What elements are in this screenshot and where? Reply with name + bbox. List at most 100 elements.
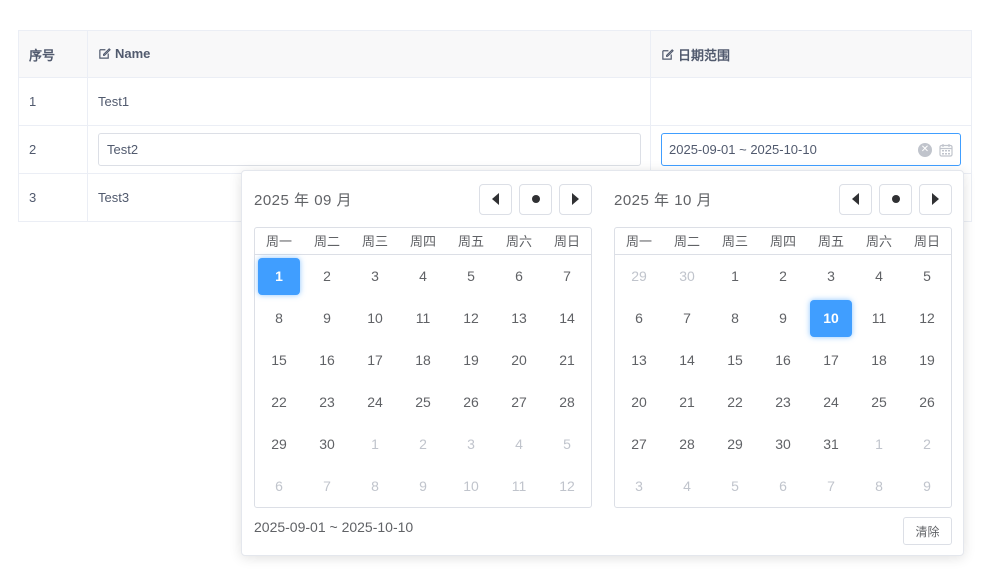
cell-name[interactable]: Test1 xyxy=(87,77,651,126)
day-cell[interactable]: 1 xyxy=(351,423,399,465)
day-cell[interactable]: 29 xyxy=(615,255,663,297)
weekday-label: 周五 xyxy=(457,234,484,249)
day-cell[interactable]: 10 xyxy=(351,297,399,339)
today-button[interactable] xyxy=(519,183,552,215)
day-cell[interactable]: 2 xyxy=(903,423,951,465)
day-cell[interactable]: 26 xyxy=(903,381,951,423)
day-cell[interactable]: 6 xyxy=(255,465,303,507)
day-cell[interactable]: 14 xyxy=(663,339,711,381)
day-cell[interactable]: 7 xyxy=(303,465,351,507)
day-cell[interactable]: 2 xyxy=(759,255,807,297)
day-cell[interactable]: 6 xyxy=(615,297,663,339)
day-cell[interactable]: 29 xyxy=(255,423,303,465)
day-cell[interactable]: 3 xyxy=(447,423,495,465)
day-cell[interactable]: 3 xyxy=(807,255,855,297)
day-cell-selected[interactable]: 10 xyxy=(807,297,855,339)
day-cell[interactable]: 8 xyxy=(351,465,399,507)
day-cell[interactable]: 9 xyxy=(759,297,807,339)
day-cell[interactable]: 24 xyxy=(807,381,855,423)
day-cell[interactable]: 21 xyxy=(543,339,591,381)
day-cell[interactable]: 19 xyxy=(447,339,495,381)
day-cell[interactable]: 30 xyxy=(663,255,711,297)
day-cell[interactable]: 12 xyxy=(543,465,591,507)
day-cell[interactable]: 13 xyxy=(615,339,663,381)
prev-month-button[interactable] xyxy=(839,183,872,215)
day-cell[interactable]: 9 xyxy=(399,465,447,507)
next-month-button[interactable] xyxy=(919,183,952,215)
day-cell[interactable]: 8 xyxy=(711,297,759,339)
day-cell[interactable]: 22 xyxy=(711,381,759,423)
day-cell[interactable]: 10 xyxy=(447,465,495,507)
day-cell[interactable]: 30 xyxy=(759,423,807,465)
day-cell[interactable]: 24 xyxy=(351,381,399,423)
day-cell[interactable]: 27 xyxy=(615,423,663,465)
day-cell[interactable]: 7 xyxy=(663,297,711,339)
day-cell[interactable]: 18 xyxy=(855,339,903,381)
day-cell[interactable]: 6 xyxy=(495,255,543,297)
day-cell[interactable]: 6 xyxy=(759,465,807,507)
day-cell[interactable]: 19 xyxy=(903,339,951,381)
day-cell[interactable]: 15 xyxy=(711,339,759,381)
day-cell[interactable]: 13 xyxy=(495,297,543,339)
prev-month-button[interactable] xyxy=(479,183,512,215)
header-date[interactable]: 日期范围 xyxy=(650,30,972,78)
day-cell[interactable]: 20 xyxy=(615,381,663,423)
day-cell[interactable]: 29 xyxy=(711,423,759,465)
day-cell[interactable]: 23 xyxy=(759,381,807,423)
day-cell[interactable]: 14 xyxy=(543,297,591,339)
today-button[interactable] xyxy=(879,183,912,215)
day-cell[interactable]: 15 xyxy=(255,339,303,381)
day-cell[interactable]: 17 xyxy=(807,339,855,381)
day-cell[interactable]: 16 xyxy=(303,339,351,381)
day-cell[interactable]: 2 xyxy=(303,255,351,297)
calendar-icon[interactable] xyxy=(939,143,953,157)
day-cell[interactable]: 11 xyxy=(399,297,447,339)
day-cell[interactable]: 4 xyxy=(855,255,903,297)
name-input[interactable] xyxy=(98,133,641,166)
next-month-button[interactable] xyxy=(559,183,592,215)
day-cell[interactable]: 16 xyxy=(759,339,807,381)
day-cell[interactable]: 26 xyxy=(447,381,495,423)
day-cell[interactable]: 3 xyxy=(351,255,399,297)
day-cell[interactable]: 30 xyxy=(303,423,351,465)
day-cell[interactable]: 9 xyxy=(303,297,351,339)
day-cell[interactable]: 25 xyxy=(399,381,447,423)
day-cell[interactable]: 4 xyxy=(399,255,447,297)
day-cell[interactable]: 11 xyxy=(495,465,543,507)
day-cell[interactable]: 22 xyxy=(255,381,303,423)
day-cell[interactable]: 25 xyxy=(855,381,903,423)
day-cell[interactable]: 8 xyxy=(255,297,303,339)
day-cell[interactable]: 5 xyxy=(447,255,495,297)
day-cell[interactable]: 31 xyxy=(807,423,855,465)
day-cell[interactable]: 8 xyxy=(855,465,903,507)
day-cell[interactable]: 5 xyxy=(903,255,951,297)
day-cell[interactable]: 4 xyxy=(495,423,543,465)
day-cell[interactable]: 5 xyxy=(543,423,591,465)
day-cell[interactable]: 7 xyxy=(543,255,591,297)
clear-button[interactable]: 清除 xyxy=(903,517,952,545)
day-cell[interactable]: 18 xyxy=(399,339,447,381)
day-cell[interactable]: 9 xyxy=(903,465,951,507)
day-cell[interactable]: 3 xyxy=(615,465,663,507)
date-range-input[interactable]: 2025-09-01 ~ 2025-10-10 ✕ xyxy=(661,133,961,166)
day-cell[interactable]: 4 xyxy=(663,465,711,507)
day-cell[interactable]: 1 xyxy=(855,423,903,465)
day-cell[interactable]: 2 xyxy=(399,423,447,465)
day-cell[interactable]: 28 xyxy=(663,423,711,465)
day-cell[interactable]: 12 xyxy=(447,297,495,339)
day-cell[interactable]: 7 xyxy=(807,465,855,507)
day-cell[interactable]: 17 xyxy=(351,339,399,381)
day-cell[interactable]: 27 xyxy=(495,381,543,423)
day-cell[interactable]: 12 xyxy=(903,297,951,339)
day-cell[interactable]: 1 xyxy=(711,255,759,297)
day-cell[interactable]: 28 xyxy=(543,381,591,423)
day-cell[interactable]: 11 xyxy=(855,297,903,339)
cell-date[interactable] xyxy=(650,77,972,126)
day-cell[interactable]: 23 xyxy=(303,381,351,423)
header-name[interactable]: Name xyxy=(87,30,651,78)
day-cell[interactable]: 20 xyxy=(495,339,543,381)
clear-icon[interactable]: ✕ xyxy=(918,142,932,157)
day-cell[interactable]: 5 xyxy=(711,465,759,507)
day-cell[interactable]: 21 xyxy=(663,381,711,423)
day-cell-selected[interactable]: 1 xyxy=(255,255,303,297)
